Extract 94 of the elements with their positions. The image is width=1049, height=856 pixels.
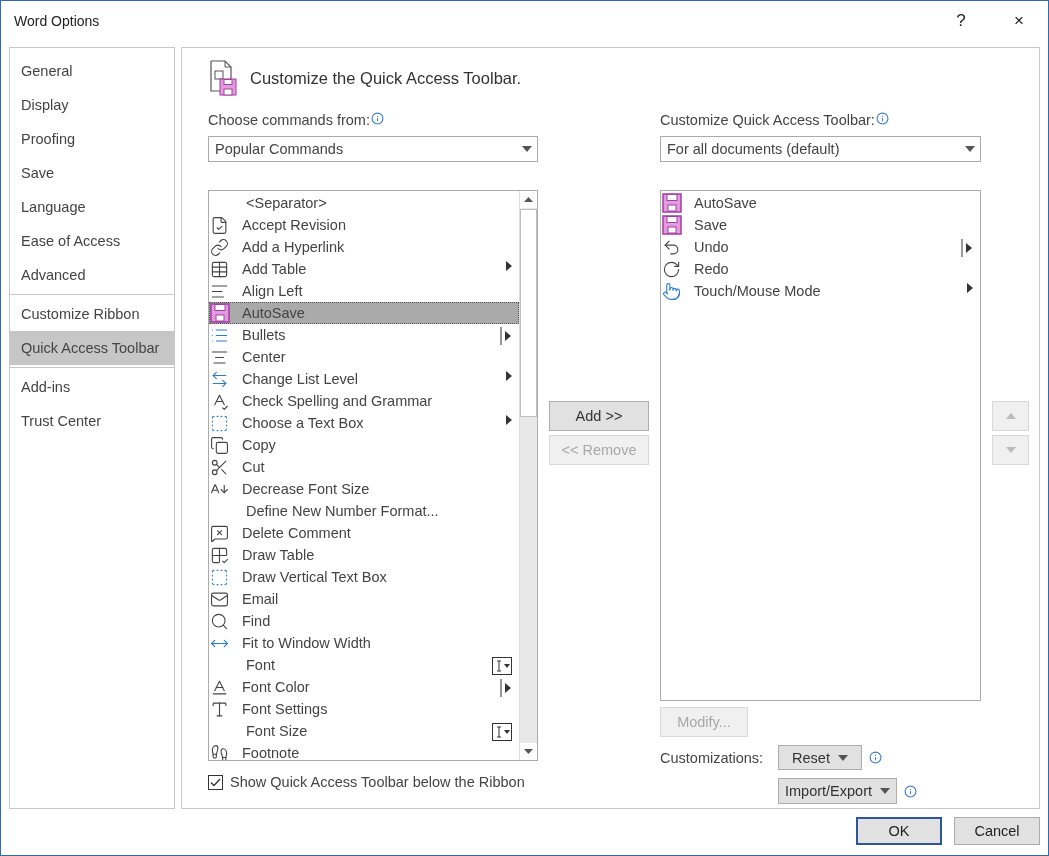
info-icon[interactable] <box>371 112 384 125</box>
field-label: Choose commands from: <box>208 112 370 128</box>
list-item[interactable]: AutoSave <box>661 192 980 214</box>
table-icon <box>210 259 229 279</box>
list-item[interactable]: Cut <box>209 456 519 478</box>
down-arrow-icon <box>1005 447 1016 453</box>
add-button[interactable]: Add >> <box>549 401 649 431</box>
info-icon[interactable] <box>904 784 917 798</box>
split-arrow-icon <box>500 327 512 345</box>
sidebar-item[interactable]: Save <box>10 156 174 190</box>
scrollbar[interactable] <box>519 191 537 760</box>
list-level-icon <box>210 369 229 389</box>
list-item[interactable]: Font <box>209 654 519 676</box>
list-item[interactable]: Save <box>661 214 980 236</box>
redo-icon <box>662 259 681 279</box>
link-icon <box>210 237 229 257</box>
scissors-icon <box>210 457 229 477</box>
list-item[interactable]: <Separator> <box>209 192 519 214</box>
list-item[interactable]: Draw Vertical Text Box <box>209 566 519 588</box>
sidebar-item[interactable]: Customize Ribbon <box>10 297 174 331</box>
sidebar-item[interactable]: Ease of Access <box>10 224 174 258</box>
submenu-arrow-icon <box>967 283 973 293</box>
list-item[interactable]: Accept Revision <box>209 214 519 236</box>
reset-button[interactable]: Reset <box>778 745 862 770</box>
scroll-up-arrow-icon[interactable] <box>524 197 533 202</box>
caret-icon <box>837 754 848 761</box>
caret-icon <box>880 788 890 794</box>
list-item[interactable]: Define New Number Format... <box>209 500 519 522</box>
ok-button[interactable]: OK <box>856 817 942 845</box>
window-title: Word Options <box>14 13 101 29</box>
list-item[interactable]: AutoSave <box>209 302 519 324</box>
scroll-down-arrow-icon[interactable] <box>524 749 533 754</box>
submenu-arrow-icon <box>506 371 512 381</box>
list-item[interactable]: Choose a Text Box <box>209 412 519 434</box>
list-item[interactable]: Decrease Font Size <box>209 478 519 500</box>
list-item[interactable]: Font Settings <box>209 698 519 720</box>
help-button[interactable]: ? <box>932 3 990 39</box>
list-item[interactable]: Fit to Window Width <box>209 632 519 654</box>
combo-field-icon <box>492 723 512 741</box>
vertical-text-box-icon <box>210 567 229 587</box>
touch-pointer-icon <box>662 281 681 301</box>
split-arrow-icon <box>500 679 512 697</box>
section-heading: Customize the Quick Access Toolbar. <box>250 68 522 88</box>
list-item[interactable]: Font Size <box>209 720 519 742</box>
list-item[interactable]: Font Color <box>209 676 519 698</box>
list-item[interactable]: Add a Hyperlink <box>209 236 519 258</box>
list-item[interactable]: Delete Comment <box>209 522 519 544</box>
checkbox[interactable] <box>208 774 223 790</box>
search-icon <box>210 611 229 631</box>
up-arrow-icon <box>1005 413 1016 419</box>
split-arrow-icon <box>961 239 973 257</box>
list-item[interactable]: Redo <box>661 258 980 280</box>
combo-field-icon <box>492 657 512 675</box>
sidebar-item[interactable]: Advanced <box>10 258 174 292</box>
dropdown-caret-icon <box>522 146 532 152</box>
sidebar-item[interactable]: Add-ins <box>10 370 174 404</box>
import-export-button[interactable]: Import/Export <box>778 778 897 804</box>
list-item[interactable]: Undo <box>661 236 980 258</box>
list-item[interactable]: Email <box>209 588 519 610</box>
font-color-icon <box>210 677 229 697</box>
customizations-label: Customizations: <box>660 749 765 766</box>
list-item[interactable]: Bullets <box>209 324 519 346</box>
submenu-arrow-icon <box>506 261 512 271</box>
sidebar-item[interactable]: Proofing <box>10 122 174 156</box>
sidebar-item[interactable]: General <box>10 54 174 88</box>
text-box-icon <box>210 413 229 433</box>
sidebar-item[interactable]: Display <box>10 88 174 122</box>
cancel-button[interactable]: Cancel <box>954 817 1040 845</box>
documents-dropdown[interactable]: For all documents (default) <box>660 136 981 162</box>
list-item[interactable]: Touch/Mouse Mode <box>661 280 980 302</box>
sidebar-item[interactable]: Quick Access Toolbar <box>10 331 174 365</box>
list-item[interactable]: Draw Table <box>209 544 519 566</box>
close-button[interactable]: × <box>990 3 1048 39</box>
list-item[interactable]: Find <box>209 610 519 632</box>
field-label: Customize Quick Access Toolbar: <box>660 112 875 128</box>
list-item[interactable]: Copy <box>209 434 519 456</box>
sidebar-item[interactable]: Language <box>10 190 174 224</box>
checkbox-label: Show Quick Access Toolbar below the Ribbon <box>230 774 525 790</box>
document-check-icon <box>210 215 229 235</box>
list-item[interactable]: Change List Level <box>209 368 519 390</box>
list-item[interactable]: Check Spelling and Grammar <box>209 390 519 412</box>
list-item[interactable]: Add Table <box>209 258 519 280</box>
sidebar-item[interactable]: Trust Center <box>10 404 174 438</box>
info-icon[interactable] <box>869 751 882 764</box>
list-item[interactable]: Align Left <box>209 280 519 302</box>
commands-dropdown[interactable]: Popular Commands <box>208 136 538 162</box>
draw-table-icon <box>210 545 229 565</box>
copy-icon <box>210 435 229 455</box>
comment-delete-icon <box>210 523 229 543</box>
submenu-arrow-icon <box>506 415 512 425</box>
dropdown-caret-icon <box>965 146 975 152</box>
list-item[interactable]: Center <box>209 346 519 368</box>
info-icon[interactable] <box>875 112 889 125</box>
list-item[interactable]: Footnote <box>209 742 519 760</box>
